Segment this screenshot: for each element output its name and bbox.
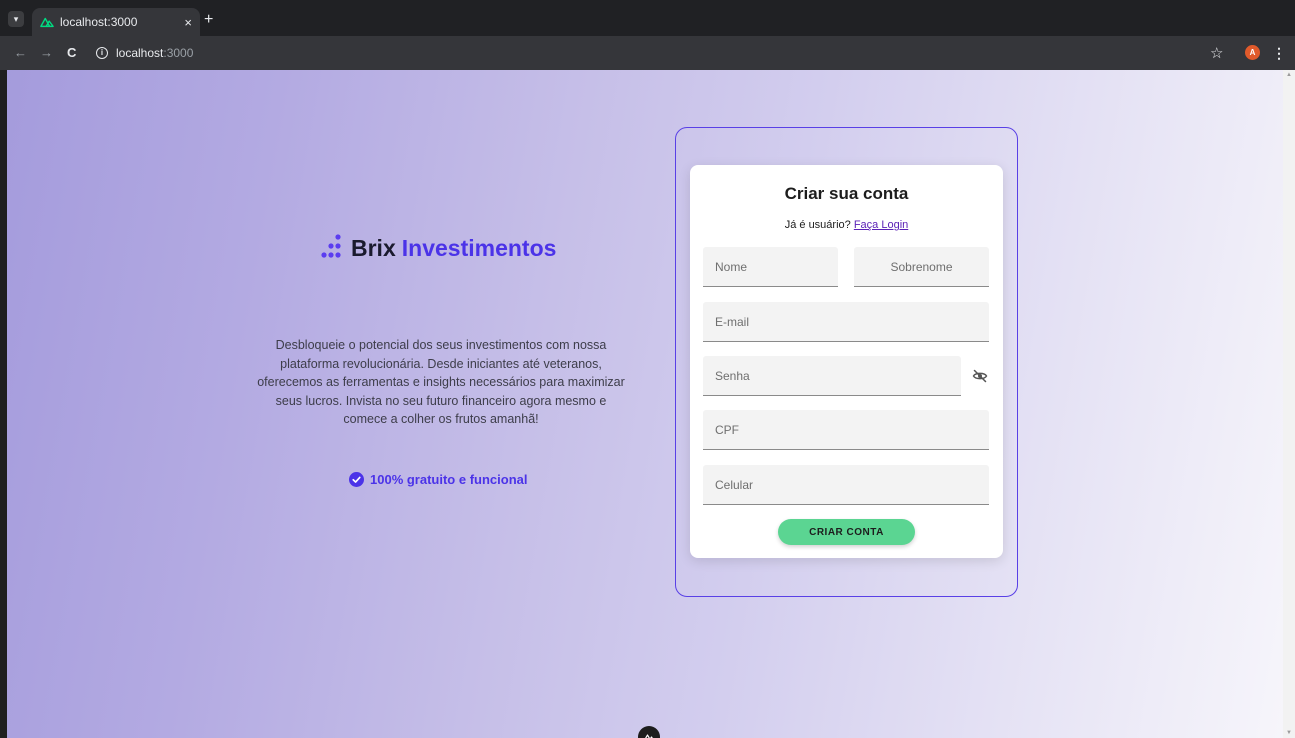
brand-logo-icon xyxy=(321,234,341,258)
browser-tab-bar: ▾ localhost:3000 × + xyxy=(0,0,1295,36)
login-link[interactable]: Faça Login xyxy=(854,219,908,231)
email-input[interactable] xyxy=(703,302,989,341)
phone-input[interactable] xyxy=(703,465,989,504)
first-name-input[interactable] xyxy=(703,247,838,286)
nuxt-devtools-button[interactable] xyxy=(638,726,660,738)
last-name-input[interactable] xyxy=(854,247,989,286)
cpf-input[interactable] xyxy=(703,410,989,449)
reload-icon[interactable]: C xyxy=(67,45,76,61)
nuxt-devtools-icon xyxy=(645,734,653,738)
browser-toolbar: ← → C i localhost:3000 ☆ ⋮ xyxy=(0,36,1295,70)
page-viewport: Brix Investimentos Desbloqueie o potenci… xyxy=(0,70,1295,738)
tab-close-icon[interactable]: × xyxy=(184,15,192,30)
url-host: localhost xyxy=(116,46,164,60)
password-field xyxy=(703,356,961,396)
profile-avatar[interactable]: A xyxy=(1245,45,1260,60)
login-prompt: Já é usuário? Faça Login xyxy=(690,219,1003,231)
site-info-icon[interactable]: i xyxy=(96,47,108,59)
last-name-field xyxy=(854,247,989,287)
scroll-up-icon[interactable]: ▲ xyxy=(1286,72,1292,78)
tab-search-button[interactable]: ▾ xyxy=(8,11,24,27)
tab-title: localhost:3000 xyxy=(60,15,138,29)
scroll-down-icon[interactable]: ▼ xyxy=(1286,730,1292,736)
free-badge-text: 100% gratuito e funcional xyxy=(370,472,528,487)
email-field xyxy=(703,302,989,342)
first-name-field xyxy=(703,247,838,287)
bookmark-star-icon[interactable]: ☆ xyxy=(1210,44,1223,62)
signup-card: Criar sua conta Já é usuário? Faça Login xyxy=(690,165,1003,558)
browser-tab[interactable]: localhost:3000 × xyxy=(32,8,200,36)
free-badge: 100% gratuito e funcional xyxy=(349,472,527,487)
brand-header: Brix Investimentos xyxy=(313,233,556,263)
login-prompt-text: Já é usuário? xyxy=(784,219,851,231)
address-bar[interactable]: localhost:3000 xyxy=(116,45,193,61)
brand-name-primary: Brix xyxy=(351,234,396,261)
password-input[interactable] xyxy=(703,356,961,395)
url-port: :3000 xyxy=(163,46,194,60)
form-title: Criar sua conta xyxy=(784,184,909,203)
create-account-button[interactable]: CRIAR CONTA xyxy=(778,519,915,545)
check-circle-icon xyxy=(349,472,364,487)
back-arrow-icon[interactable]: ← xyxy=(14,45,27,61)
nuxt-favicon-icon xyxy=(40,17,54,28)
forward-arrow-icon[interactable]: → xyxy=(40,45,53,61)
browser-menu-icon[interactable]: ⋮ xyxy=(1272,45,1286,62)
phone-field xyxy=(703,465,989,505)
hero-description: Desbloqueie o potencial dos seus investi… xyxy=(257,338,625,426)
eye-off-icon[interactable] xyxy=(972,368,988,384)
left-edge-strip xyxy=(0,70,7,738)
brand-name-accent: Investimentos xyxy=(401,234,557,261)
cpf-field xyxy=(703,410,989,450)
page-scrollbar[interactable]: ▲ ▼ xyxy=(1283,70,1295,738)
new-tab-button[interactable]: + xyxy=(204,12,213,28)
